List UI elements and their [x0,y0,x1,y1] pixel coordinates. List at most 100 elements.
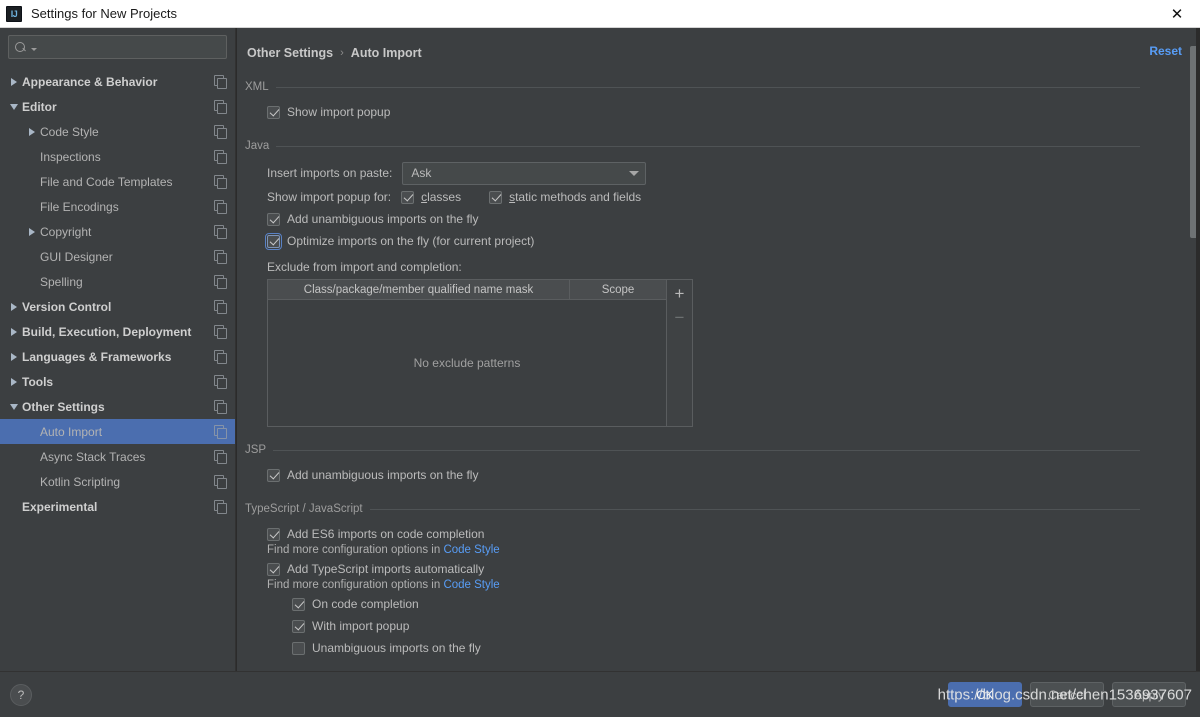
checkbox-icon[interactable] [292,597,305,611]
section-header-java: Java [245,140,1170,152]
copy-settings-icon[interactable] [214,350,227,364]
table-header-row: Class/package/member qualified name mask… [268,280,666,300]
checkbox-label: Add ES6 imports on code completion [287,527,485,541]
sidebar-item-build-execution-deployment[interactable]: Build, Execution, Deployment [0,319,235,344]
section-header-xml: XML [245,81,1170,93]
reset-link[interactable]: Reset [1149,44,1182,58]
checkbox-java-optimize-imports[interactable]: Optimize imports on the fly (for current… [265,230,1170,252]
checkbox-icon[interactable] [489,190,503,204]
copy-settings-icon[interactable] [214,150,227,164]
sidebar-item-kotlin-scripting[interactable]: Kotlin Scripting [0,469,235,494]
search-input[interactable] [40,40,220,54]
chevron-right-icon[interactable] [24,227,40,236]
sidebar-item-copyright[interactable]: Copyright [0,219,235,244]
copy-settings-icon[interactable] [214,200,227,214]
section-jsp: JSP Add unambiguous imports on the fly [237,444,1200,486]
checkbox-icon[interactable] [267,527,280,541]
checkbox-icon[interactable] [265,232,282,250]
copy-settings-icon[interactable] [214,275,227,289]
sidebar-item-gui-designer[interactable]: GUI Designer [0,244,235,269]
sidebar-item-editor[interactable]: Editor [0,94,235,119]
sidebar-item-label: Languages & Frameworks [22,349,172,364]
breadcrumb-separator-icon: › [340,47,344,59]
sidebar-item-experimental[interactable]: Experimental [0,494,235,519]
copy-settings-icon[interactable] [214,400,227,414]
ok-button[interactable]: OK [948,682,1022,707]
checkbox-icon[interactable] [267,105,280,119]
chevron-down-icon[interactable] [6,103,22,110]
chevron-down-icon[interactable] [6,403,22,410]
checkbox-jsp-add-unambiguous[interactable]: Add unambiguous imports on the fly [267,464,1170,486]
table-column-header-mask[interactable]: Class/package/member qualified name mask [268,280,570,299]
copy-settings-icon[interactable] [214,175,227,189]
sidebar-item-label: File and Code Templates [40,174,173,189]
checkbox-icon[interactable] [267,212,280,226]
checkbox-java-static-methods[interactable]: static methods and fields [489,186,641,208]
exclude-table: Class/package/member qualified name mask… [267,279,667,427]
apply-button[interactable]: Apply [1112,682,1186,707]
chevron-right-icon[interactable] [6,77,22,86]
copy-settings-icon[interactable] [214,250,227,264]
copy-settings-icon[interactable] [214,300,227,314]
copy-settings-icon[interactable] [214,500,227,514]
close-icon[interactable]: ✕ [1154,0,1200,27]
sidebar-item-appearance-behavior[interactable]: Appearance & Behavior [0,69,235,94]
copy-settings-icon[interactable] [214,450,227,464]
checkbox-java-classes[interactable]: classes [401,186,461,208]
breadcrumb-root[interactable]: Other Settings [247,46,333,60]
section-title-jsp: JSP [245,444,267,456]
checkbox-with-import-popup[interactable]: With import popup [292,615,1170,637]
checkbox-on-code-completion[interactable]: On code completion [292,593,1170,615]
checkbox-java-add-unambiguous[interactable]: Add unambiguous imports on the fly [267,208,1170,230]
code-style-link[interactable]: Code Style [443,544,499,556]
copy-settings-icon[interactable] [214,100,227,114]
checkbox-icon[interactable] [267,562,280,576]
add-button[interactable]: + [668,282,692,304]
chevron-right-icon[interactable] [6,327,22,336]
checkbox-icon[interactable] [267,468,280,482]
sidebar-item-inspections[interactable]: Inspections [0,144,235,169]
checkbox-icon[interactable] [292,641,305,655]
copy-settings-icon[interactable] [214,475,227,489]
chevron-right-icon[interactable] [6,352,22,361]
checkbox-add-es6-imports[interactable]: Add ES6 imports on code completion [267,523,1170,545]
checkbox-unambiguous-on-the-fly[interactable]: Unambiguous imports on the fly [292,637,1170,659]
sidebar-item-tools[interactable]: Tools [0,369,235,394]
sidebar-item-file-and-code-templates[interactable]: File and Code Templates [0,169,235,194]
exclude-table-wrapper: Class/package/member qualified name mask… [267,279,1170,427]
section-java: Java Insert imports on paste: Ask Show i… [237,140,1200,427]
help-button[interactable]: ? [10,683,32,706]
checkbox-icon[interactable] [292,619,305,633]
sidebar-item-auto-import[interactable]: Auto Import [0,419,235,444]
checkbox-icon[interactable] [401,190,415,204]
sidebar-item-code-style[interactable]: Code Style [0,119,235,144]
settings-window: IJ Settings for New Projects ✕ Appearanc… [0,0,1200,717]
checkbox-label: Add unambiguous imports on the fly [287,212,479,226]
table-toolbar: + − [667,279,693,427]
section-title-ts-js: TypeScript / JavaScript [245,503,363,515]
chevron-right-icon[interactable] [6,377,22,386]
sidebar-item-other-settings[interactable]: Other Settings [0,394,235,419]
table-column-header-scope[interactable]: Scope [570,280,666,299]
checkbox-add-typescript-imports[interactable]: Add TypeScript imports automatically [267,558,1170,580]
copy-settings-icon[interactable] [214,75,227,89]
sidebar-item-spelling[interactable]: Spelling [0,269,235,294]
cancel-button[interactable]: Cancel [1030,682,1104,707]
code-style-link[interactable]: Code Style [443,579,499,591]
copy-settings-icon[interactable] [214,225,227,239]
copy-settings-icon[interactable] [214,325,227,339]
sidebar-item-version-control[interactable]: Version Control [0,294,235,319]
sidebar-item-label: Inspections [40,149,101,164]
chevron-right-icon[interactable] [24,127,40,136]
search-box[interactable] [8,35,227,59]
sidebar-item-async-stack-traces[interactable]: Async Stack Traces [0,444,235,469]
sidebar-item-languages-frameworks[interactable]: Languages & Frameworks [0,344,235,369]
chevron-right-icon[interactable] [6,302,22,311]
copy-settings-icon[interactable] [214,125,227,139]
insert-imports-dropdown[interactable]: Ask [402,161,647,185]
sidebar-item-file-encodings[interactable]: File Encodings [0,194,235,219]
checkbox-xml-show-import-popup[interactable]: Show import popup [267,101,1170,123]
copy-settings-icon[interactable] [214,425,227,439]
remove-button[interactable]: − [668,306,692,328]
copy-settings-icon[interactable] [214,375,227,389]
